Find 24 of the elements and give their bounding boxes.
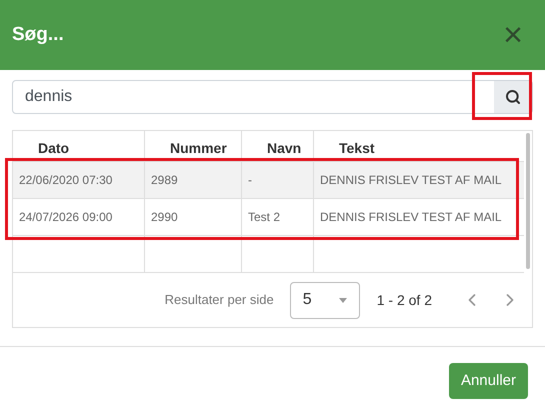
table-cell: 2990 [144,199,241,235]
table-cell: - [241,162,313,198]
table-row[interactable]: 24/07/2026 09:00 2990 Test 2 DENNIS FRISLEV TEST AF MAIL [13,199,524,236]
page-range: 1 - 2 of 2 [376,290,432,310]
page-size-label: Resultater per side [164,291,274,310]
column-header[interactable]: Dato [13,131,144,161]
column-header[interactable]: Tekst [313,131,524,161]
table-cell: Test 2 [241,199,313,235]
page-size-select[interactable]: 5 [290,282,360,318]
table-cell: 2989 [144,162,241,198]
search-input[interactable]: dennis [13,85,494,109]
column-header[interactable]: Navn [241,131,313,161]
dialog-title: Søg... [12,22,64,47]
dropdown-caret-icon [338,298,347,302]
search-field[interactable]: dennis [12,80,533,114]
search-button[interactable] [494,81,532,113]
table-cell: DENNIS FRISLEV TEST AF MAIL [313,162,524,198]
column-header[interactable]: Nummer [144,131,241,161]
search-icon [505,89,521,105]
table-cell: DENNIS FRISLEV TEST AF MAIL [313,199,524,235]
table-cell-text: 24/07/2026 09:00 [18,209,114,226]
scrollbar[interactable] [526,133,530,269]
table-row[interactable]: 22/06/2020 07:30 2989 - DENNIS FRISLEV TEST AF MAIL [13,162,524,199]
table-cell-text: 22/06/2020 07:30 [18,172,114,189]
